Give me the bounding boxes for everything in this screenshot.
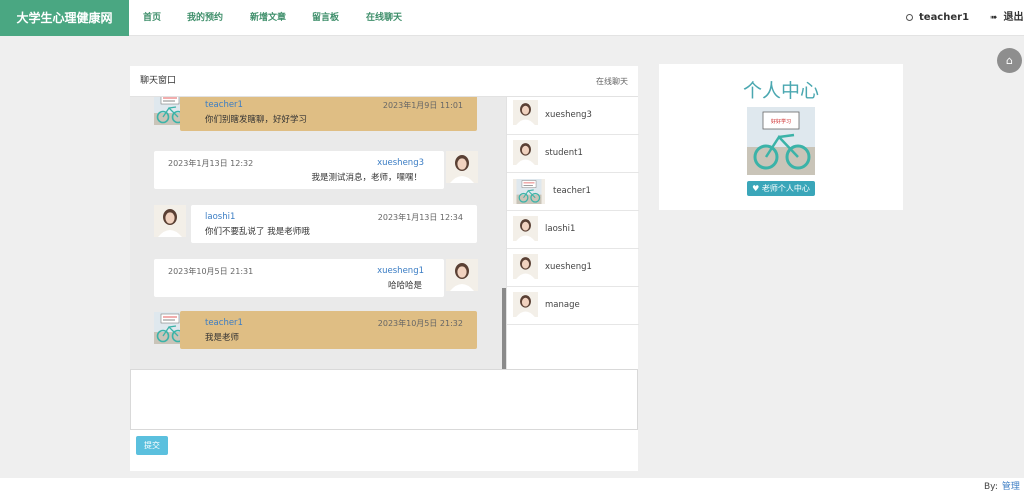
nav-my-appointments[interactable]: 我的预约 (187, 0, 223, 36)
profile-photo: 好好学习 (747, 107, 815, 175)
submit-button[interactable]: 提交 (136, 436, 168, 455)
contact-name: xuesheng1 (545, 262, 592, 272)
logout-button[interactable]: ➠ 退出 (990, 0, 1024, 36)
contact-item[interactable]: teacher1 (507, 173, 639, 211)
footer-admin-link[interactable]: 管理 (1002, 482, 1020, 492)
chat-header: 聊天窗口 在线聊天 (130, 66, 638, 97)
message-text: 你们别瞎发瞎聊，好好学习 (205, 115, 308, 125)
nav-home[interactable]: 首页 (143, 0, 161, 36)
avatar (513, 254, 538, 279)
footer: By: 管理 (0, 478, 1024, 496)
contact-item[interactable]: laoshi1 (507, 211, 639, 249)
message-list[interactable]: teacher1 2023年1月9日 11:01 你们别瞎发瞎聊，好好学习 20… (130, 97, 506, 369)
message-time: 2023年10月5日 21:31 (168, 267, 254, 276)
site-brand[interactable]: 大学生心理健康网 (0, 0, 129, 36)
footer-by-label: By: (984, 482, 998, 492)
nav-new-article[interactable]: 新增文章 (250, 0, 286, 36)
contact-name: student1 (545, 148, 583, 158)
message-text: 我是测试消息，老师，嘿嘿！ (311, 173, 422, 183)
avatar (513, 292, 538, 317)
message-text: 你们不要乱说了 我是老师哦 (205, 227, 310, 237)
profile-card: 个人中心 好好学习 ♥ 老师个人中心 (659, 64, 903, 210)
contact-name: xuesheng3 (545, 110, 592, 120)
message-time: 2023年1月9日 11:01 (382, 101, 463, 110)
message-user: xuesheng3 (377, 158, 424, 168)
message-user: teacher1 (205, 100, 243, 110)
sign-text: 好好学习 (771, 118, 791, 125)
user-circle-icon (906, 13, 913, 21)
current-user[interactable]: teacher1 (906, 0, 969, 36)
avatar (513, 179, 545, 204)
top-navbar: 大学生心理健康网 首页 我的预约 新增文章 留言板 在线聊天 teacher1 … (0, 0, 1024, 36)
message-user: xuesheng1 (377, 266, 424, 276)
message-item: laoshi1 2023年1月13日 12:34 你们不要乱说了 我是老师哦 (191, 205, 477, 243)
contact-name: teacher1 (553, 186, 591, 196)
contact-item[interactable]: student1 (507, 135, 639, 173)
avatar (154, 205, 186, 237)
contact-item[interactable]: xuesheng1 (507, 249, 639, 287)
nav-online-chat[interactable]: 在线聊天 (366, 0, 402, 36)
contact-name: laoshi1 (545, 224, 576, 234)
contact-name: manage (545, 300, 580, 310)
message-text: 哈哈哈是 (387, 281, 422, 291)
home-icon[interactable]: ⌂ (997, 48, 1022, 73)
teacher-profile-label: 老师个人中心 (761, 184, 810, 193)
logout-label: 退出 (1003, 12, 1024, 23)
footer-credit: By: 管理 (984, 478, 1020, 496)
teacher-profile-button[interactable]: ♥ 老师个人中心 (747, 181, 815, 196)
contact-item[interactable]: xuesheng3 (507, 97, 639, 135)
profile-title: 个人中心 (742, 80, 819, 102)
avatar (446, 151, 478, 183)
message-item: 2023年1月13日 12:32 xuesheng3 我是测试消息，老师，嘿嘿！ (154, 151, 444, 189)
contact-item[interactable]: manage (507, 287, 639, 325)
message-item: teacher1 2023年10月5日 21:32 我是老师 (180, 311, 477, 349)
avatar (513, 100, 538, 125)
logout-icon: ➠ (990, 13, 998, 23)
message-text: 我是老师 (205, 333, 240, 343)
chat-title: 聊天窗口 (140, 76, 177, 86)
message-user: laoshi1 (205, 212, 236, 222)
chat-input[interactable] (130, 369, 638, 430)
message-item: 2023年10月5日 21:31 xuesheng1 哈哈哈是 (154, 259, 444, 297)
message-time: 2023年10月5日 21:32 (377, 319, 463, 328)
avatar (513, 216, 538, 241)
avatar (446, 259, 478, 291)
online-chat-label: 在线聊天 (596, 77, 628, 86)
message-time: 2023年1月13日 12:32 (168, 159, 254, 168)
avatar (513, 140, 538, 165)
heart-icon: ♥ (752, 184, 760, 193)
message-item: teacher1 2023年1月9日 11:01 你们别瞎发瞎聊，好好学习 (180, 97, 477, 131)
current-user-name: teacher1 (919, 12, 970, 23)
message-user: teacher1 (205, 318, 243, 328)
message-time: 2023年1月13日 12:34 (377, 213, 463, 222)
chat-panel: 聊天窗口 在线聊天 teacher1 2023年1月9日 11:01 你们别瞎发… (130, 66, 639, 471)
contact-list: xuesheng3 student1 teacher1 laoshi1 xues… (506, 97, 639, 369)
nav-message-board[interactable]: 留言板 (312, 0, 339, 36)
